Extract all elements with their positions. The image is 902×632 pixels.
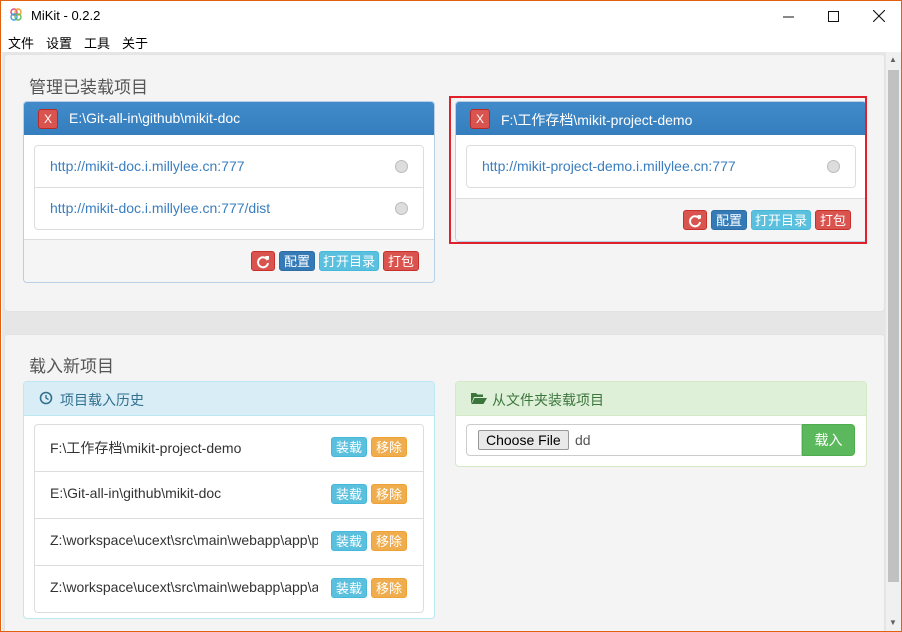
menu-tools[interactable]: 工具 [84,33,110,52]
loaded-projects-title: 管理已装载项目 [29,78,148,97]
history-remove-button[interactable]: 移除 [371,531,407,551]
history-load-button[interactable]: 装载 [331,531,367,551]
list-item: http://mikit-doc.i.millylee.cn:777 [35,146,423,188]
folder-open-icon [471,393,487,404]
list-item: F:\工作存档\mikit-project-demo 装载 移除 [35,425,423,472]
minimize-icon [783,16,794,17]
history-load-button[interactable]: 装载 [331,484,367,504]
history-remove-button[interactable]: 移除 [371,437,407,457]
history-list: F:\工作存档\mikit-project-demo 装载 移除 E:\Git-… [34,424,424,613]
history-path: Z:\workspace\ucext\src\main\webapp\app\p [50,532,318,548]
menu-file[interactable]: 文件 [8,33,34,52]
history-path: E:\Git-all-in\github\mikit-doc [50,485,222,501]
folder-panel-title: 从文件夹装载项目 [492,392,604,408]
history-path: F:\工作存档\mikit-project-demo [50,440,242,456]
url-list: http://mikit-doc.i.millylee.cn:777 http:… [34,145,424,230]
history-panel: 项目载入历史 F:\工作存档\mikit-project-demo 装载 移除 … [23,381,435,619]
list-item: http://mikit-doc.i.millylee.cn:777/dist [35,188,423,229]
file-input-value: dd [575,432,591,448]
history-load-button[interactable]: 装载 [331,437,367,457]
menu-settings[interactable]: 设置 [46,33,72,52]
project-panel-footer: 配置 打开目录 打包 [24,239,434,282]
refresh-icon [257,256,269,269]
list-item: E:\Git-all-in\github\mikit-doc 装载 移除 [35,472,423,519]
project-panel-header: X E:\Git-all-in\github\mikit-doc [24,102,434,135]
scroll-down-icon[interactable]: ▼ [889,618,897,627]
choose-file-button[interactable]: Choose File [478,430,569,450]
pack-button[interactable]: 打包 [383,251,419,271]
open-dir-button[interactable]: 打开目录 [319,251,379,271]
vertical-scrollbar[interactable]: ▲ ▼ [886,52,901,631]
close-window-button[interactable] [856,1,901,31]
history-remove-button[interactable]: 移除 [371,484,407,504]
scroll-up-icon[interactable]: ▲ [889,55,897,64]
window-title: MiKit - 0.2.2 [31,8,101,23]
minimize-button[interactable] [766,1,811,31]
menu-bar: 文件 设置 工具 关于 [1,31,901,51]
history-title: 项目载入历史 [60,392,144,408]
new-project-section: 载入新项目 项目载入历史 F:\工作存档\mikit-project-demo … [4,334,885,631]
url-radio[interactable] [395,160,408,173]
file-input[interactable]: Choose File dd [466,424,802,456]
history-panel-header: 项目载入历史 [24,382,434,416]
new-project-title: 载入新项目 [29,357,114,376]
menu-about[interactable]: 关于 [122,33,148,52]
close-icon [872,10,885,22]
scrollbar-thumb[interactable] [888,70,899,582]
project-panel-mikit-doc: X E:\Git-all-in\github\mikit-doc http://… [23,101,435,283]
project-url-link[interactable]: http://mikit-doc.i.millylee.cn:777/dist [50,200,270,216]
app-window: MiKit - 0.2.2 文件 设置 工具 关于 管理已装载项目 X E:\G… [0,0,902,632]
folder-load-panel: 从文件夹装载项目 Choose File dd 载入 [455,381,867,467]
refresh-button[interactable] [251,251,275,271]
folder-panel-header: 从文件夹装载项目 [456,382,866,416]
project-url-link[interactable]: http://mikit-doc.i.millylee.cn:777 [50,158,245,174]
remove-project-button[interactable]: X [38,109,58,129]
list-item: Z:\workspace\ucext\src\main\webapp\app\a… [35,566,423,612]
history-remove-button[interactable]: 移除 [371,578,407,598]
history-path: Z:\workspace\ucext\src\main\webapp\app\a [50,579,318,595]
config-button[interactable]: 配置 [279,251,315,271]
list-item: Z:\workspace\ucext\src\main\webapp\app\p… [35,519,423,566]
maximize-icon [828,10,839,22]
project-path: E:\Git-all-in\github\mikit-doc [69,110,241,126]
url-radio[interactable] [395,202,408,215]
title-bar: MiKit - 0.2.2 [1,1,901,31]
load-folder-button[interactable]: 载入 [802,424,855,456]
selection-highlight [449,96,867,244]
maximize-button[interactable] [811,1,856,31]
history-load-button[interactable]: 装载 [331,578,367,598]
clock-icon [39,391,53,405]
app-logo-icon [10,8,22,21]
